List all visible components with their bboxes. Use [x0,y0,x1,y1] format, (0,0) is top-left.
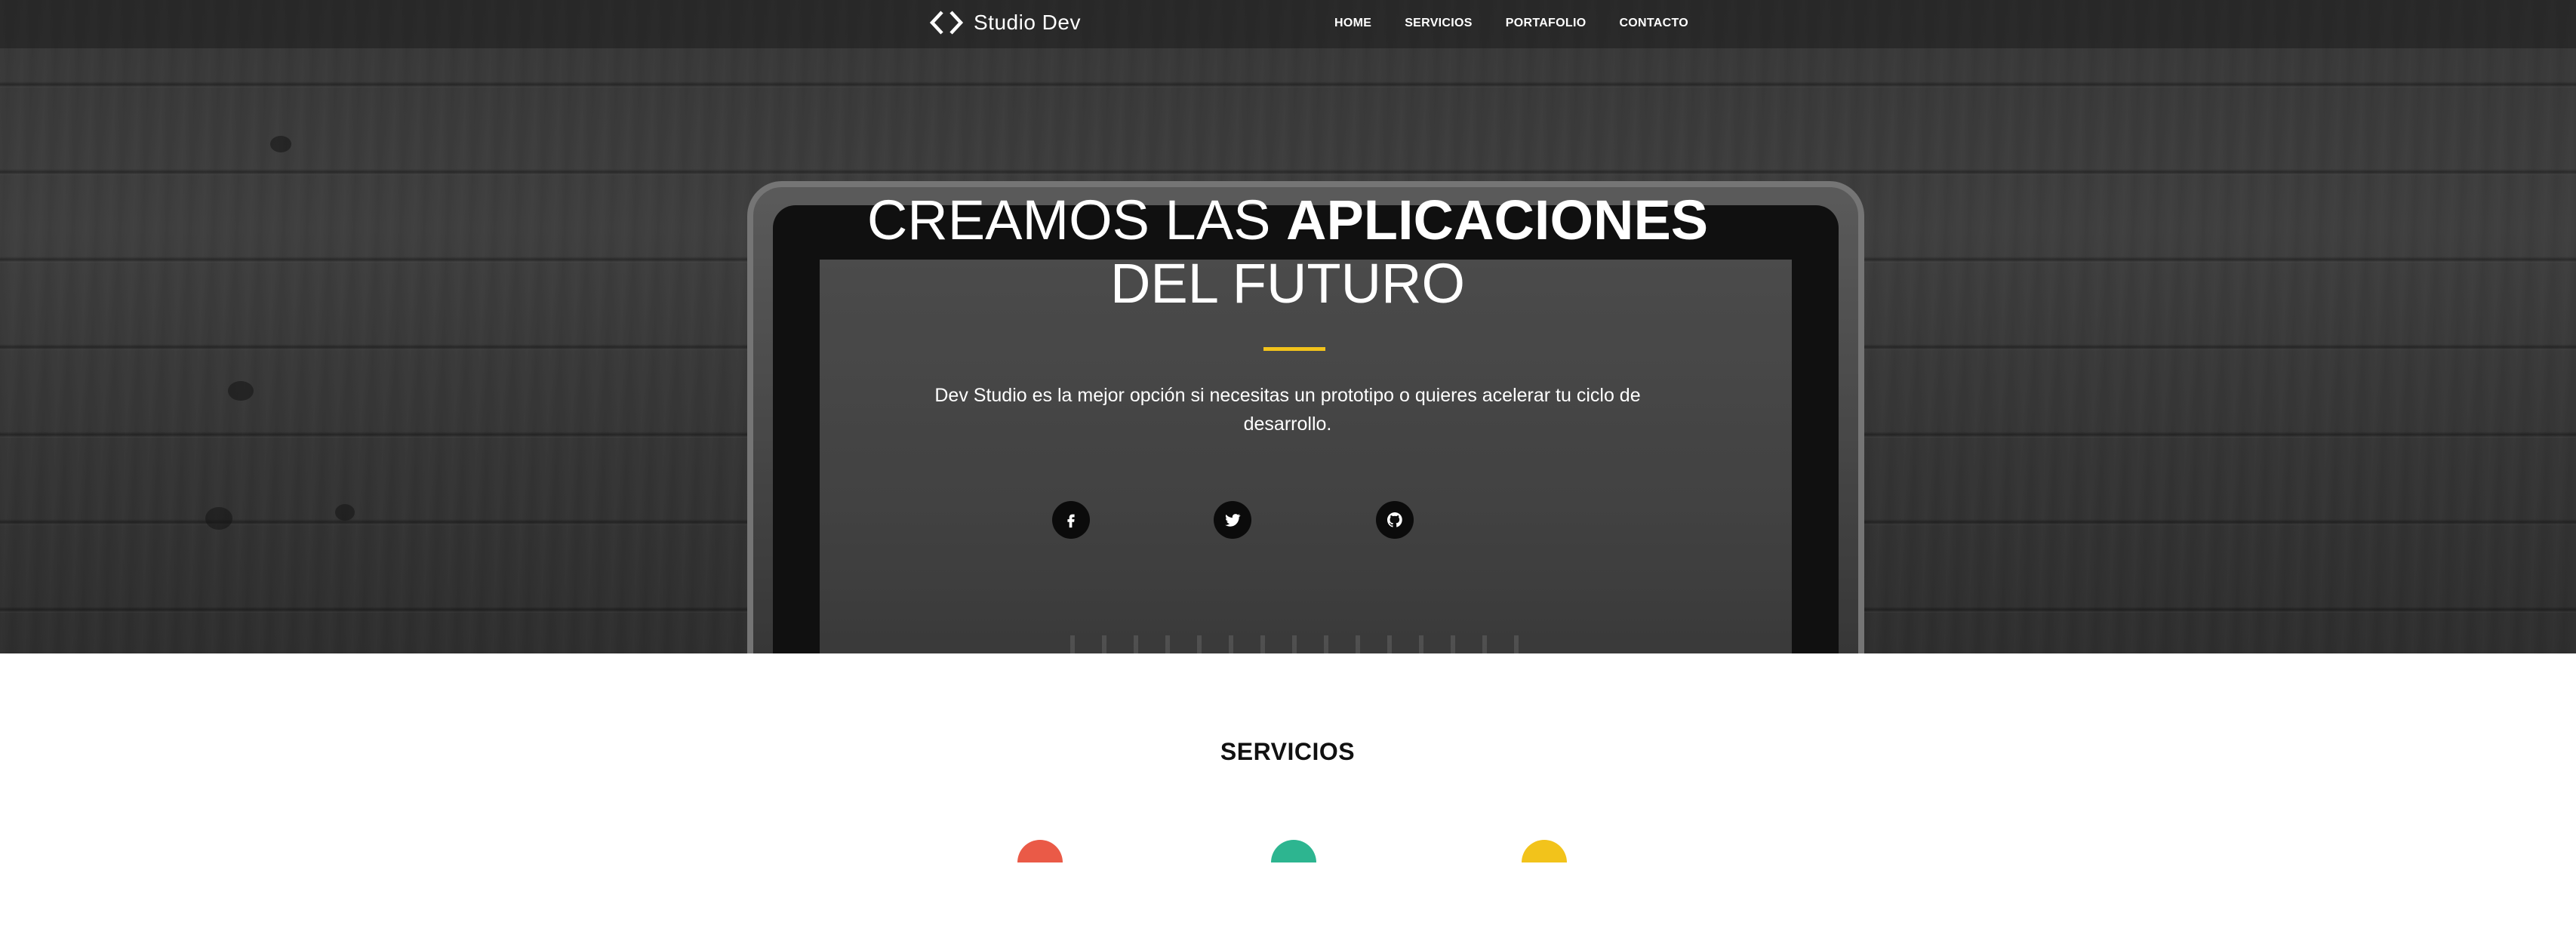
github-icon [1387,512,1402,527]
navbar: Studio Dev HOME SERVICIOS PORTAFOLIO CON… [0,0,2576,48]
facebook-button[interactable] [1052,501,1090,539]
hero-subtitle: Dev Studio es la mejor opción si necesit… [934,385,1641,435]
services-title: SERVICIOS [1220,738,1356,765]
service-icon-circle [1271,840,1316,862]
nav-link-contacto[interactable]: CONTACTO [1619,17,1688,30]
hero-section: Studio Dev HOME SERVICIOS PORTAFOLIO CON… [0,0,2576,653]
accent-divider [1263,347,1325,351]
twitter-button[interactable] [1214,501,1251,539]
nav-link-portafolio[interactable]: PORTAFOLIO [1506,17,1587,30]
brand-logo[interactable]: Studio Dev [928,9,1081,36]
hero-title: CREAMOS LAS APLICACIONES DEL FUTURO [835,189,1740,315]
nav-link-servicios[interactable]: SERVICIOS [1405,17,1473,30]
service-icon-circle [1522,840,1567,862]
hero-title-bold: APLICACIONES [1286,189,1709,251]
twitter-icon [1225,514,1241,527]
service-icon-circle [1017,840,1063,862]
nav-link-home[interactable]: HOME [1334,17,1371,30]
hero-title-prefix: CREAMOS LAS [866,189,1286,251]
code-brackets-icon [929,11,964,35]
github-button[interactable] [1376,501,1414,539]
facebook-icon [1067,514,1075,528]
nav-menu: HOME SERVICIOS PORTAFOLIO CONTACTO [1334,17,1688,30]
brand-name: Studio Dev [974,11,1081,34]
hero-title-line2: DEL FUTURO [1109,252,1466,315]
